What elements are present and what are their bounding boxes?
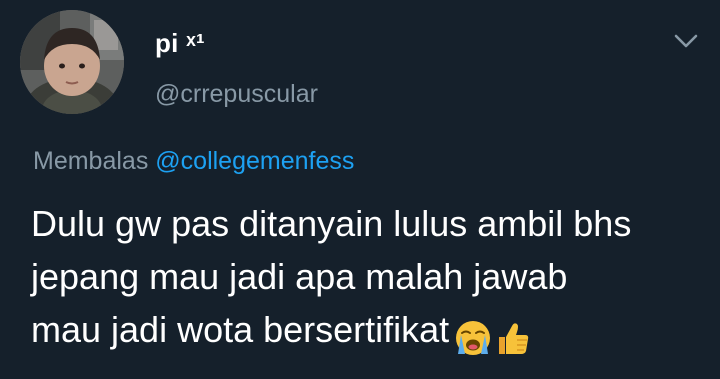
avatar[interactable] [20,10,124,114]
reply-context: Membalas @collegemenfess [33,147,354,176]
tweet-card[interactable]: pi ˣ¹ @crrepuscular Membalas @collegemen… [0,0,720,379]
username[interactable]: @crrepuscular [155,80,318,109]
chevron-down-icon[interactable] [673,32,699,50]
tweet-text: Dulu gw pas ditanyain lulus ambil bhs je… [31,197,711,362]
reply-prefix: Membalas [33,147,149,175]
tweet-body: Dulu gw pas ditanyain lulus ambil bhs je… [31,203,632,350]
reply-handle-link[interactable]: @collegemenfess [155,147,354,175]
display-name[interactable]: pi ˣ¹ [155,28,205,59]
thumbs-up-emoji [499,323,529,355]
loudly-crying-face-emoji [456,321,491,356]
emoji-group [453,309,533,362]
